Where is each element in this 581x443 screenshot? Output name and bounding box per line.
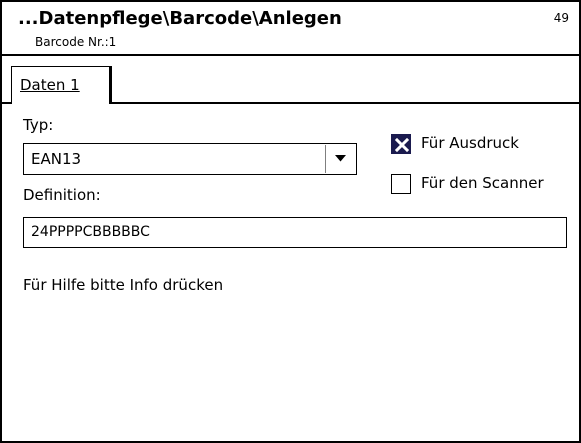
typ-select[interactable]: EAN13 [23,143,357,175]
definition-input-value: 24PPPPCBBBBBC [31,224,150,240]
tab-label: Daten 1 [20,76,80,94]
fuer-ausdruck-checkbox[interactable] [391,134,411,154]
help-text: Für Hilfe bitte Info drücken [23,276,224,294]
chevron-down-icon [335,155,346,162]
fuer-scanner-checkbox[interactable] [391,174,411,194]
header: ...Datenpflege\Barcode\Anlegen Barcode N… [2,2,579,54]
fuer-scanner-label: Für den Scanner [421,174,544,192]
page-title: ...Datenpflege\Barcode\Anlegen [18,8,342,29]
record-counter: 49 [553,11,569,25]
tab-divider [110,102,579,104]
app-window: ...Datenpflege\Barcode\Anlegen Barcode N… [0,0,581,443]
definition-label: Definition: [23,186,101,204]
page-subtitle: Barcode Nr.:1 [35,35,117,49]
tab-daten-1[interactable]: Daten 1 [11,66,110,104]
fuer-ausdruck-label: Für Ausdruck [421,134,519,152]
tab-strip: Daten 1 [2,56,579,104]
typ-select-value: EAN13 [31,150,82,168]
x-check-icon [395,138,409,152]
typ-label: Typ: [23,116,54,134]
tab-divider [2,102,11,104]
definition-input[interactable]: 24PPPPCBBBBBC [23,217,567,248]
dropdown-button[interactable] [325,145,355,173]
